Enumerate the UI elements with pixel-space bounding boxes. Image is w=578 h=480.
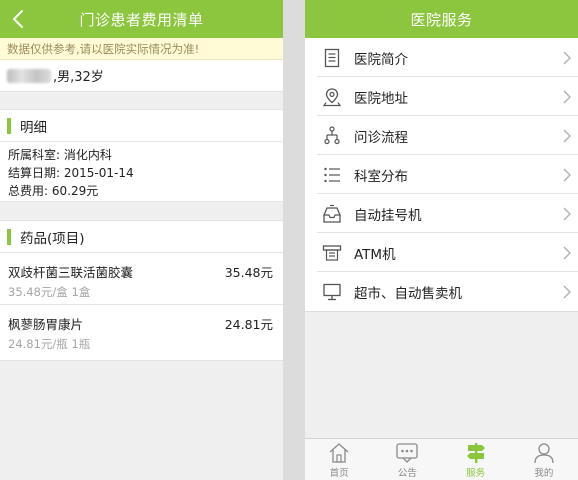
services-navbar: 医院服务 xyxy=(305,0,578,38)
department-line: 所属科室: 消化内科 xyxy=(8,148,112,162)
patient-info: ,男,32岁 xyxy=(0,60,283,92)
drug-name: 双歧杆菌三联活菌胶囊 xyxy=(8,265,134,280)
chevron-right-icon xyxy=(563,284,571,299)
drug-price: 35.48元 xyxy=(224,265,273,280)
fee-list-screen: 门诊患者费用清单 数据仅供参考,请以医院实际情况为准! ,男,32岁 明细 所属… xyxy=(0,0,283,480)
flow-icon xyxy=(322,125,342,146)
person-icon xyxy=(532,442,556,464)
drug-heading: 药品(项目) xyxy=(0,221,283,253)
menu-item-supermarket-vending[interactable]: 超市、自动售卖机 xyxy=(305,272,578,311)
menu-item-label: 医院地址 xyxy=(354,90,408,107)
chevron-right-icon xyxy=(563,245,571,260)
settle-date-line: 结算日期: 2015-01-14 xyxy=(8,166,134,180)
monitor-icon xyxy=(322,282,342,302)
tab-label: 我的 xyxy=(534,468,554,479)
services-menu: 医院简介 医院地址 问诊流程 科室分布 自动挂号机 ATM机 超市、自动售卖机 xyxy=(305,38,578,312)
disclaimer-banner: 数据仅供参考,请以医院实际情况为准! xyxy=(0,38,283,60)
menu-item-label: 自动挂号机 xyxy=(354,207,422,224)
tab-label: 服务 xyxy=(466,468,486,479)
tab-label: 公告 xyxy=(397,468,417,479)
menu-item-label: 超市、自动售卖机 xyxy=(354,285,462,302)
drug-unit: 24.81元/瓶 1瓶 xyxy=(8,337,91,351)
fee-list-navbar: 门诊患者费用清单 xyxy=(0,0,283,38)
chat-bubble-icon xyxy=(395,442,419,464)
menu-item-consultation-process[interactable]: 问诊流程 xyxy=(305,116,578,155)
detail-section: 明细 所属科室: 消化内科 结算日期: 2015-01-14 总费用: 60.2… xyxy=(0,109,283,202)
chevron-right-icon xyxy=(563,167,571,182)
drug-row: 双歧杆菌三联活菌胶囊 35.48元 35.48元/盒 1盒 xyxy=(0,253,283,305)
page-title: 医院服务 xyxy=(410,10,473,29)
tab-label: 首页 xyxy=(329,468,349,479)
hospital-services-screen: 医院服务 医院简介 医院地址 问诊流程 科室分布 自动挂号机 ATM机 超市、自… xyxy=(305,0,578,480)
home-icon xyxy=(327,442,351,464)
signpost-icon xyxy=(464,442,488,464)
drug-price: 24.81元 xyxy=(224,317,273,332)
patient-name-redacted xyxy=(7,68,51,83)
chevron-right-icon xyxy=(563,206,571,221)
detail-heading: 明细 xyxy=(0,110,283,142)
location-pin-icon xyxy=(322,87,342,107)
menu-item-label: 医院简介 xyxy=(354,51,408,68)
atm-icon xyxy=(322,243,342,263)
drug-heading-text: 药品(项目) xyxy=(20,230,85,247)
back-arrow-icon[interactable] xyxy=(10,9,28,29)
drug-section: 药品(项目) 双歧杆菌三联活菌胶囊 35.48元 35.48元/盒 1盒 枫蓼肠… xyxy=(0,220,283,361)
menu-item-registration-machine[interactable]: 自动挂号机 xyxy=(305,194,578,233)
menu-item-label: 问诊流程 xyxy=(354,129,408,146)
tab-services[interactable]: 服务 xyxy=(442,439,510,480)
page-title: 门诊患者费用清单 xyxy=(79,10,204,29)
list-icon xyxy=(322,165,342,185)
menu-item-department-layout[interactable]: 科室分布 xyxy=(305,155,578,194)
menu-item-label: 科室分布 xyxy=(354,168,408,185)
tab-announcements[interactable]: 公告 xyxy=(373,439,441,480)
menu-item-label: ATM机 xyxy=(354,246,396,263)
menu-item-hospital-address[interactable]: 医院地址 xyxy=(305,77,578,116)
tab-home[interactable]: 首页 xyxy=(305,439,373,480)
chevron-right-icon xyxy=(563,50,571,65)
detail-heading-text: 明细 xyxy=(20,119,47,136)
patient-info-text: ,男,32岁 xyxy=(53,70,104,85)
drug-unit: 35.48元/盒 1盒 xyxy=(8,285,91,299)
section-accent-bar xyxy=(7,228,11,245)
menu-item-hospital-intro[interactable]: 医院简介 xyxy=(305,38,578,77)
chevron-right-icon xyxy=(563,89,571,104)
inbox-tray-icon xyxy=(322,204,342,224)
document-icon xyxy=(322,48,342,68)
drug-row: 枫蓼肠胃康片 24.81元 24.81元/瓶 1瓶 xyxy=(0,305,283,357)
total-fee-line: 总费用: 60.29元 xyxy=(8,184,99,198)
tab-profile[interactable]: 我的 xyxy=(510,439,578,480)
bottom-tab-bar: 首页 公告 服务 我的 xyxy=(305,438,578,480)
drug-name: 枫蓼肠胃康片 xyxy=(8,317,84,332)
chevron-right-icon xyxy=(563,128,571,143)
menu-item-atm[interactable]: ATM机 xyxy=(305,233,578,272)
section-accent-bar xyxy=(7,117,11,134)
